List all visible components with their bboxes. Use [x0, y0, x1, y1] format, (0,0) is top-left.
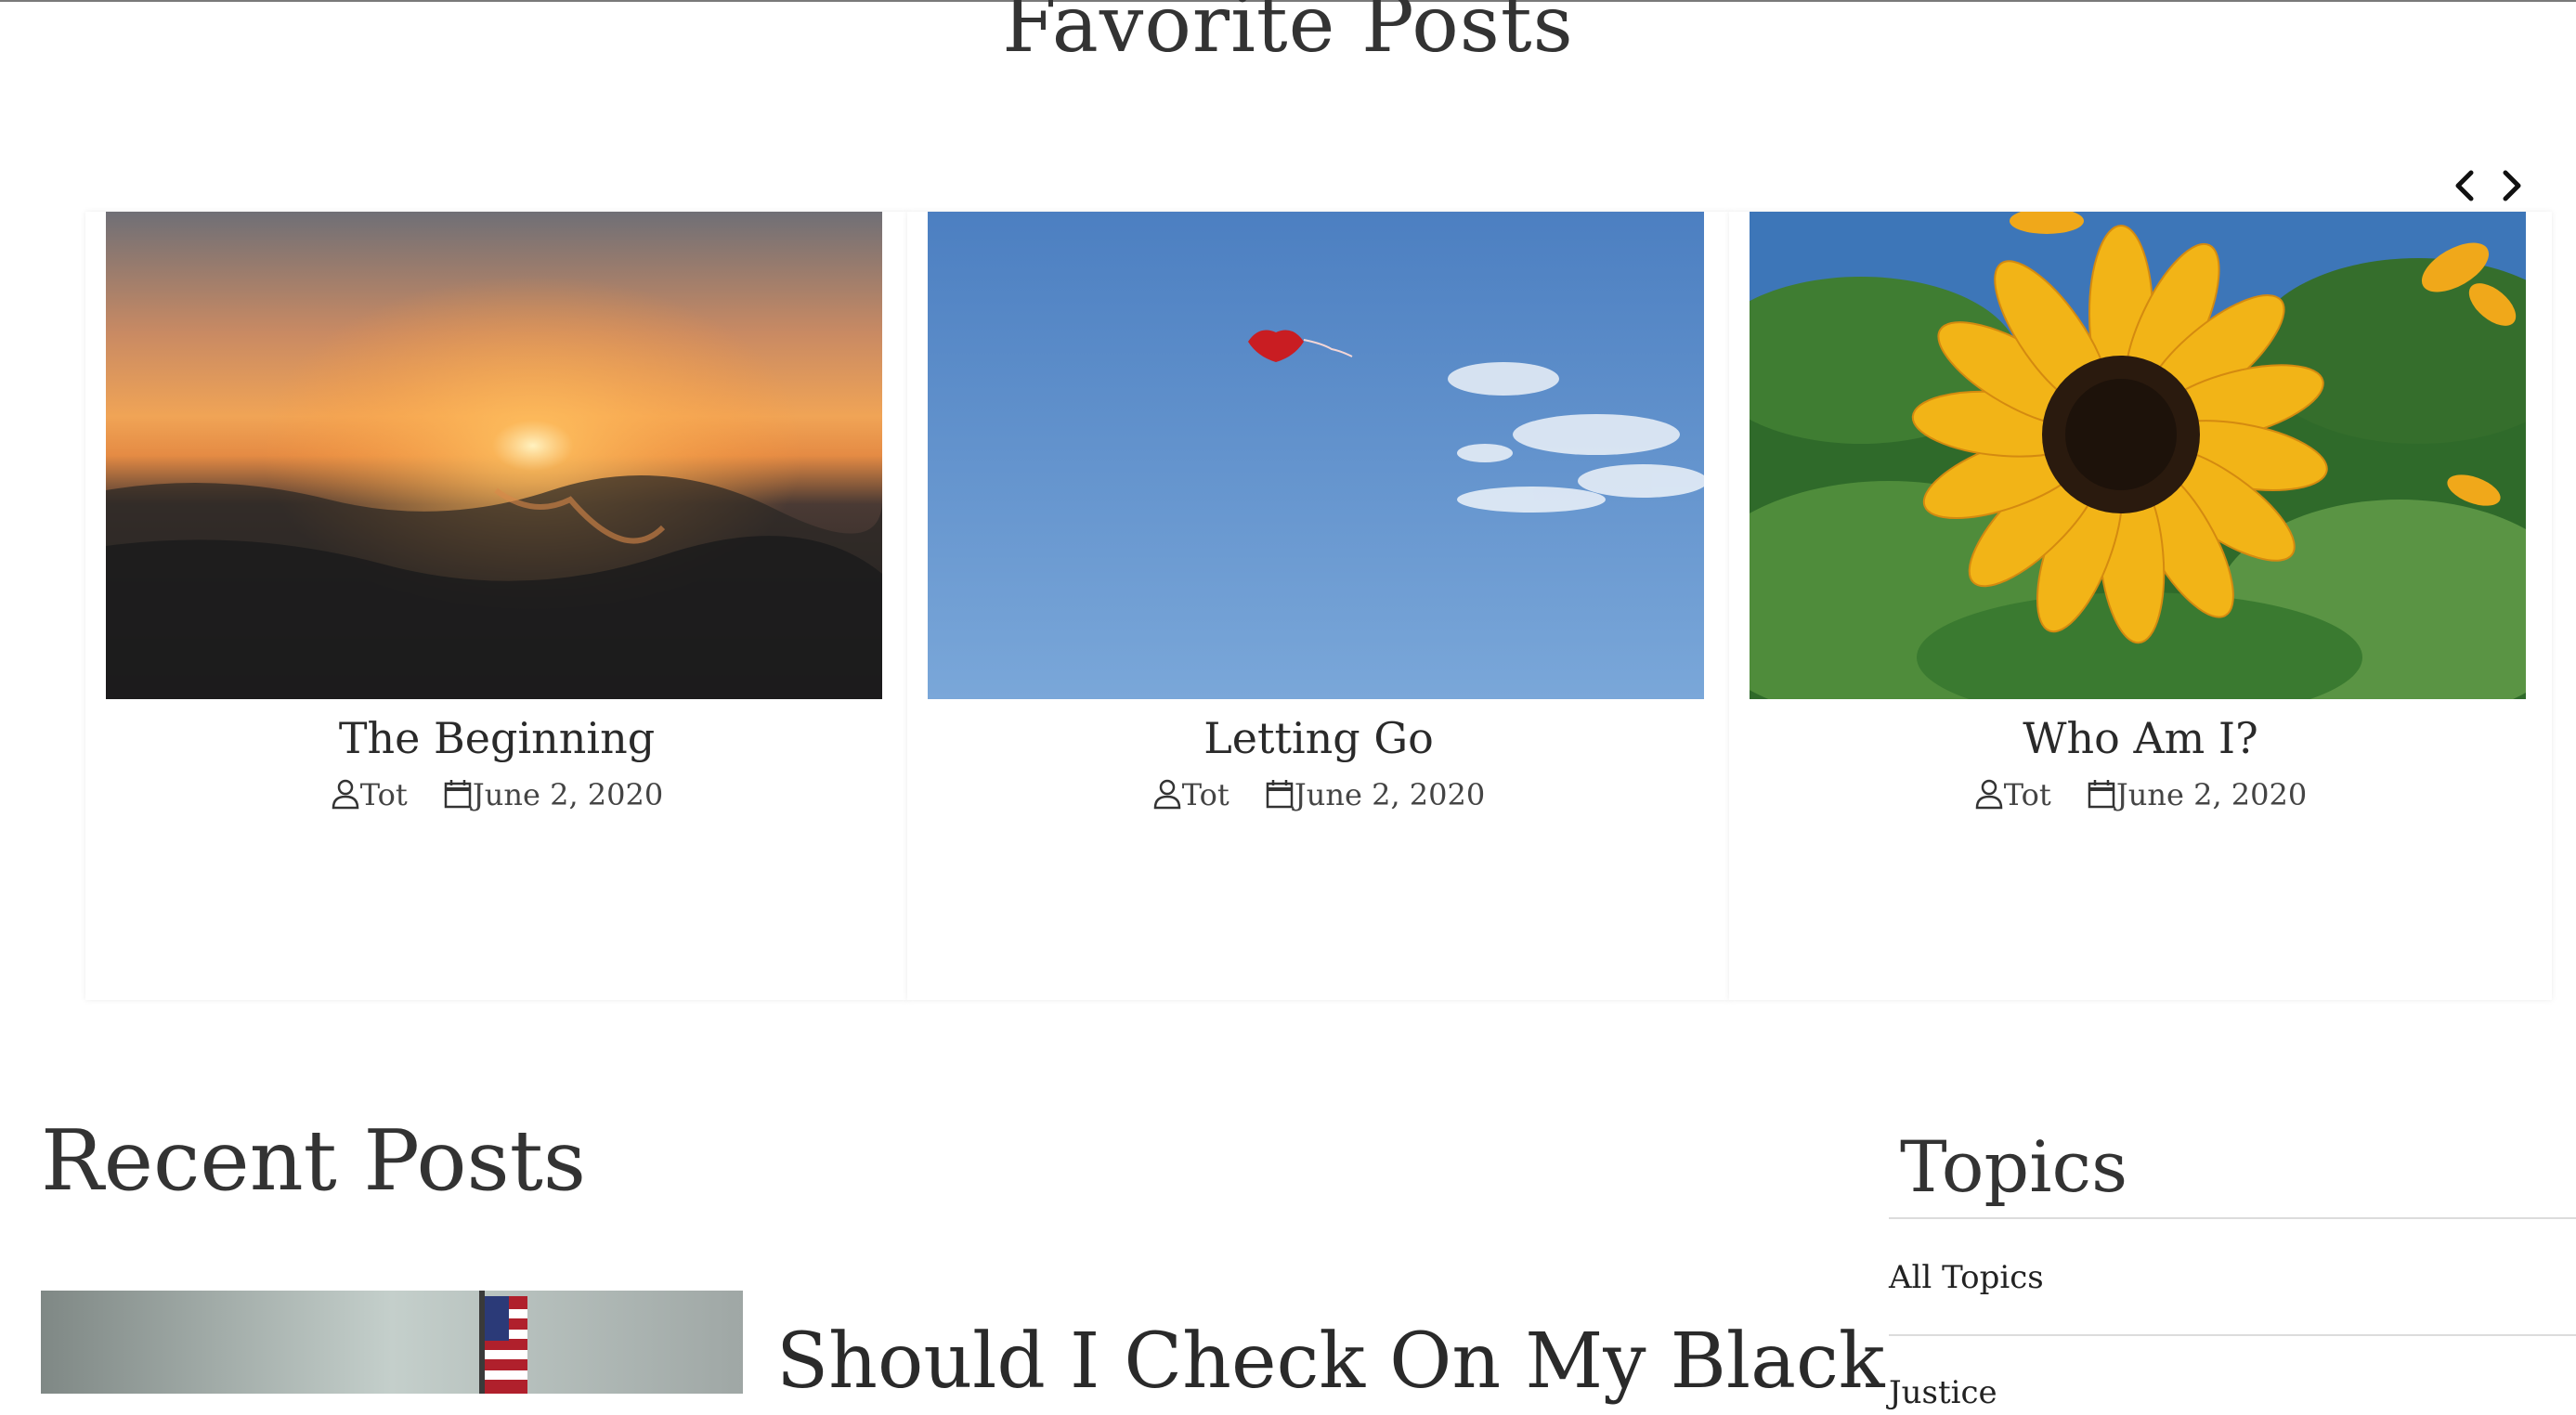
- post-author[interactable]: Tot: [1182, 777, 1229, 812]
- post-author[interactable]: Tot: [360, 777, 408, 812]
- recent-post-title[interactable]: Should I Check On My Black: [776, 1311, 1885, 1413]
- calendar-icon: [2087, 778, 2116, 810]
- user-icon: [331, 778, 360, 810]
- post-image-ocean-sunset[interactable]: [106, 212, 882, 699]
- chevron-left-icon: [2455, 170, 2474, 201]
- post-meta: Tot June 2, 2020: [1729, 769, 2552, 818]
- post-title[interactable]: Letting Go: [907, 708, 1730, 768]
- post-image-sunflower[interactable]: [1750, 212, 2526, 699]
- recent-post-thumbnail[interactable]: [41, 1291, 743, 1394]
- post-meta: Tot June 2, 2020: [907, 769, 1730, 818]
- user-icon: [1152, 778, 1182, 810]
- calendar-icon: [443, 778, 473, 810]
- post-date: June 2, 2020: [2115, 776, 2308, 812]
- post-author[interactable]: Tot: [2004, 777, 2051, 812]
- favorite-post-card[interactable]: Who Am I? Tot June 2, 2020: [1729, 212, 2552, 1000]
- post-title[interactable]: The Beginning: [85, 708, 908, 768]
- favorite-post-card[interactable]: Letting Go Tot June 2, 2020: [907, 212, 1730, 1000]
- post-date: June 2, 2020: [1294, 776, 1486, 812]
- topics-heading: Topics: [1900, 1125, 2128, 1208]
- post-meta: Tot June 2, 2020: [85, 769, 908, 818]
- post-date: June 2, 2020: [472, 776, 664, 812]
- recent-posts-heading: Recent Posts: [41, 1112, 587, 1210]
- carousel-prev-button[interactable]: [2445, 165, 2486, 206]
- chevron-right-icon: [2503, 170, 2521, 201]
- calendar-icon: [1265, 778, 1295, 810]
- divider: [1889, 1217, 2576, 1219]
- topic-item-all-topics[interactable]: All Topics: [1889, 1255, 2044, 1300]
- user-icon: [1974, 778, 2004, 810]
- favorite-post-card[interactable]: The Beginning Tot June 2, 2020: [85, 212, 908, 1000]
- carousel-next-button[interactable]: [2491, 165, 2531, 206]
- favorite-posts-heading: Favorite Posts: [1002, 0, 1574, 70]
- post-title[interactable]: Who Am I?: [1729, 708, 2552, 768]
- post-image-red-balloon-sky[interactable]: [928, 212, 1704, 699]
- topic-item-justice[interactable]: Justice: [1889, 1370, 1997, 1415]
- divider: [1889, 1334, 2576, 1336]
